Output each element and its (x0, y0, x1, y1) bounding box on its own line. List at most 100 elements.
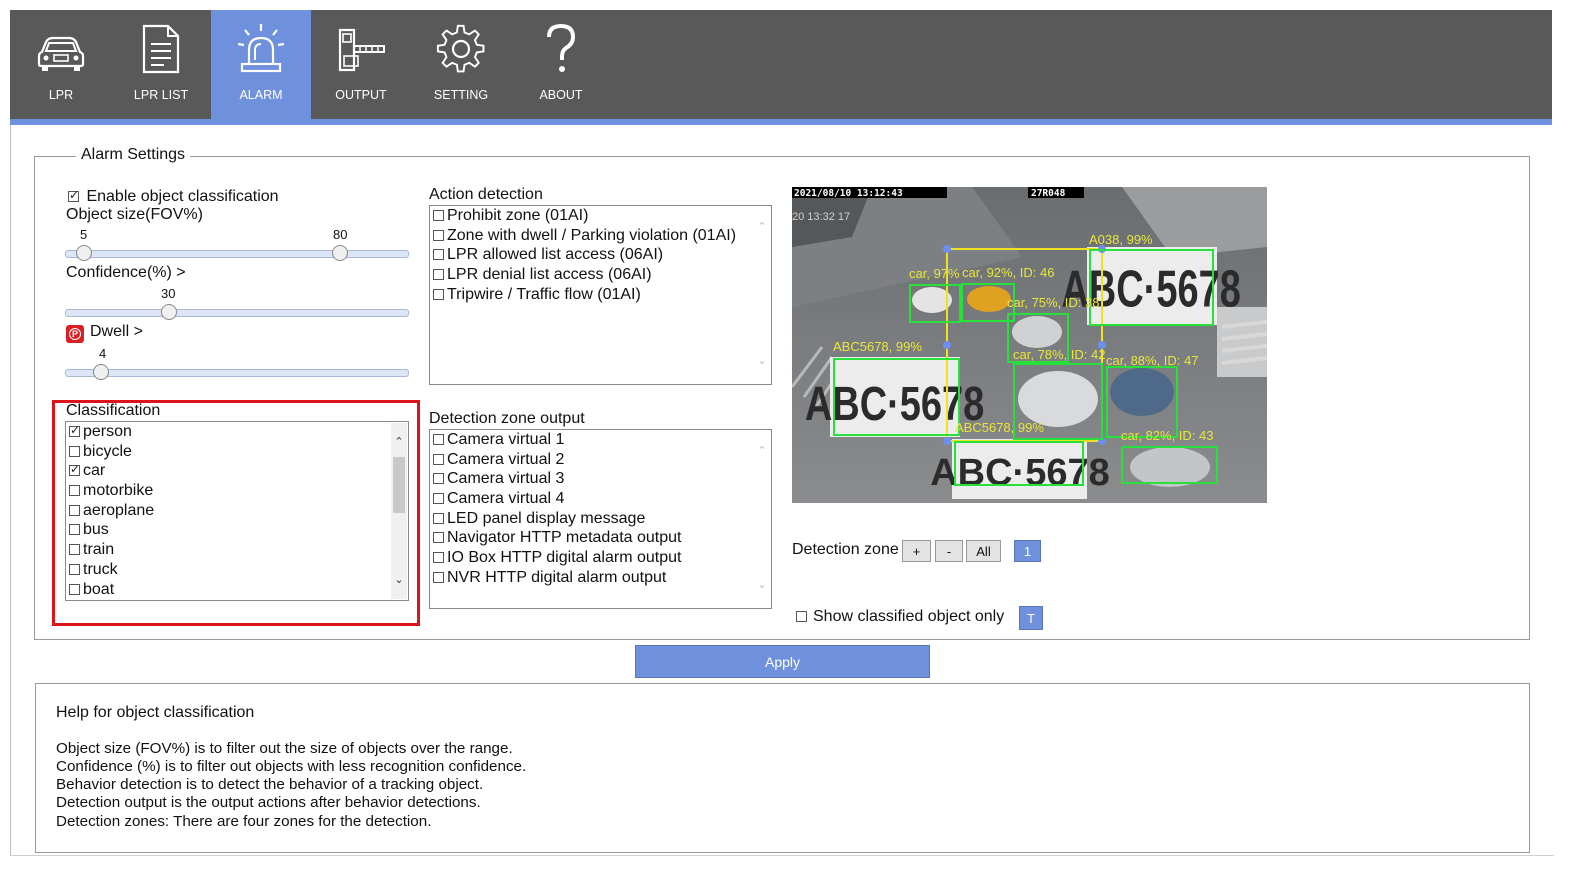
confidence-value: 30 (161, 286, 176, 301)
list-item[interactable]: Navigator HTTP metadata output (430, 528, 682, 548)
list-item[interactable]: LED panel display message (430, 509, 682, 529)
checkbox[interactable] (433, 571, 444, 583)
list-item[interactable]: Camera virtual 3 (430, 469, 682, 489)
checkbox[interactable] (433, 288, 444, 300)
item-label: Zone with dwell / Parking violation (01A… (447, 226, 737, 244)
checkbox[interactable] (796, 611, 807, 622)
detection-label: A038, 99% (1089, 232, 1153, 247)
camera-frame: ABC·5678 ABC·5678 ABC·5678 A038, 99% car… (792, 187, 1267, 503)
tab-about[interactable]: ABOUT (511, 10, 611, 120)
enable-classification-checkbox[interactable]: Enable object classification (68, 188, 279, 206)
top-nav-bar: LPR LPR LIST ALARM OUTPUT SETTING ABOUT (10, 10, 1552, 120)
document-icon (142, 24, 180, 74)
list-item[interactable]: LPR allowed list access (06AI) (430, 245, 736, 265)
item-label: LPR allowed list access (06AI) (447, 246, 664, 264)
checkbox[interactable] (433, 434, 444, 445)
checkbox[interactable] (433, 493, 444, 505)
dwell-value: 4 (99, 346, 107, 361)
dwell-handle[interactable] (93, 364, 109, 380)
car-icon (37, 36, 85, 71)
list-item[interactable]: Zone with dwell / Parking violation (01A… (430, 226, 736, 246)
detection-label: car, 82%, ID: 43 (1121, 428, 1214, 443)
object-size-min-handle[interactable] (76, 245, 92, 261)
checkbox[interactable] (433, 210, 444, 221)
zone-remove-button[interactable]: - (935, 540, 963, 562)
scroll-up-icon[interactable]: ⌃ (755, 444, 769, 458)
checkbox[interactable] (433, 453, 444, 465)
tab-label: ABOUT (539, 88, 583, 102)
detection-label: ABC5678, 99% (833, 339, 922, 354)
apply-button[interactable]: Apply (635, 645, 930, 678)
detection-label: car, 78%, ID: 42 (1013, 347, 1106, 362)
item-label: Camera virtual 3 (447, 470, 565, 488)
detection-label: ABC5678, 99% (955, 420, 1044, 435)
list-item[interactable]: IO Box HTTP digital alarm output (430, 548, 682, 568)
item-label: NVR HTTP digital alarm output (447, 568, 667, 586)
camera-overlay-time: 20 13:32 17 (792, 211, 850, 223)
checkbox[interactable] (433, 229, 444, 241)
dwell-slider[interactable] (65, 369, 409, 377)
action-items: Prohibit zone (01AI) Zone with dwell / P… (430, 206, 736, 304)
list-item[interactable]: Camera virtual 2 (430, 450, 682, 470)
zone-add-button[interactable]: + (902, 540, 931, 562)
checkbox[interactable] (433, 269, 444, 281)
checkbox[interactable] (433, 532, 444, 544)
confidence-label: Confidence(%) > (66, 264, 186, 281)
tab-label: OUTPUT (335, 88, 387, 102)
object-size-max-handle[interactable] (332, 245, 348, 261)
tab-setting[interactable]: SETTING (411, 10, 511, 120)
detection-label: car, 88%, ID: 47 (1106, 353, 1199, 368)
confidence-slider[interactable] (65, 309, 409, 317)
list-item[interactable]: NVR HTTP digital alarm output (430, 568, 682, 588)
checkbox[interactable] (433, 473, 444, 485)
list-item[interactable]: Camera virtual 1 (430, 430, 682, 450)
tab-label: LPR (48, 88, 74, 102)
dwell-label: Dwell > (90, 323, 143, 340)
help-line: Confidence (%) is to filter out objects … (56, 758, 527, 775)
tab-label: LPR LIST (133, 88, 189, 102)
detection-zone-output-list[interactable]: Camera virtual 1 Camera virtual 2 Camera… (429, 429, 772, 609)
dwell-p-icon: P (66, 325, 84, 343)
tab-lpr[interactable]: LPR (11, 10, 111, 120)
item-label: IO Box HTTP digital alarm output (447, 549, 682, 567)
show-classified-checkbox[interactable]: Show classified object only (796, 608, 1004, 626)
camera-channel: 27R048 (1031, 188, 1066, 199)
tab-alarm[interactable]: ALARM (211, 10, 311, 120)
confidence-handle[interactable] (161, 304, 177, 320)
list-item[interactable]: Prohibit zone (01AI) (430, 206, 736, 226)
checkbox[interactable] (68, 188, 79, 202)
tab-output[interactable]: OUTPUT (311, 10, 411, 120)
object-size-max-value: 80 (333, 227, 348, 242)
item-label: Camera virtual 4 (447, 490, 565, 508)
detection-label: car, 75%, ID: 38 (1007, 295, 1100, 310)
action-detection-list[interactable]: Prohibit zone (01AI) Zone with dwell / P… (429, 205, 772, 385)
camera-view[interactable]: ABC·5678 ABC·5678 ABC·5678 A038, 99% car… (792, 187, 1267, 503)
nav-accent-line (10, 119, 1552, 125)
scroll-down-icon[interactable]: ⌄ (755, 354, 769, 368)
zone-all-button[interactable]: All (966, 540, 1001, 562)
checkbox[interactable] (433, 249, 444, 261)
show-classified-label: Show classified object only (813, 608, 1005, 625)
list-item[interactable]: LPR denial list access (06AI) (430, 265, 736, 285)
camera-timestamp: 2021/08/10 13:12:43 (794, 188, 903, 199)
enable-classification-label: Enable object classification (86, 188, 279, 205)
object-size-slider[interactable] (65, 250, 409, 258)
tab-label: ALARM (239, 88, 283, 102)
toggle-t-button[interactable]: T (1019, 606, 1043, 630)
gear-icon (436, 24, 485, 73)
help-line: Detection zones: There are four zones fo… (56, 813, 432, 830)
checkbox[interactable] (433, 512, 444, 524)
scroll-down-icon[interactable]: ⌄ (755, 578, 769, 592)
tab-lpr-list[interactable]: LPR LIST (111, 10, 211, 120)
scroll-up-icon[interactable]: ⌃ (755, 220, 769, 234)
list-item[interactable]: Camera virtual 4 (430, 489, 682, 509)
detection-label: car, 97% (909, 266, 960, 281)
question-icon (547, 23, 576, 72)
checkbox[interactable] (433, 552, 444, 564)
list-item[interactable]: Tripwire / Traffic flow (01AI) (430, 285, 736, 305)
output-items: Camera virtual 1 Camera virtual 2 Camera… (430, 430, 682, 588)
frame-border (10, 855, 1554, 856)
zone-1-button[interactable]: 1 (1014, 540, 1041, 562)
detection-zone-label: Detection zone (792, 541, 899, 558)
item-label: Camera virtual 1 (447, 431, 565, 448)
